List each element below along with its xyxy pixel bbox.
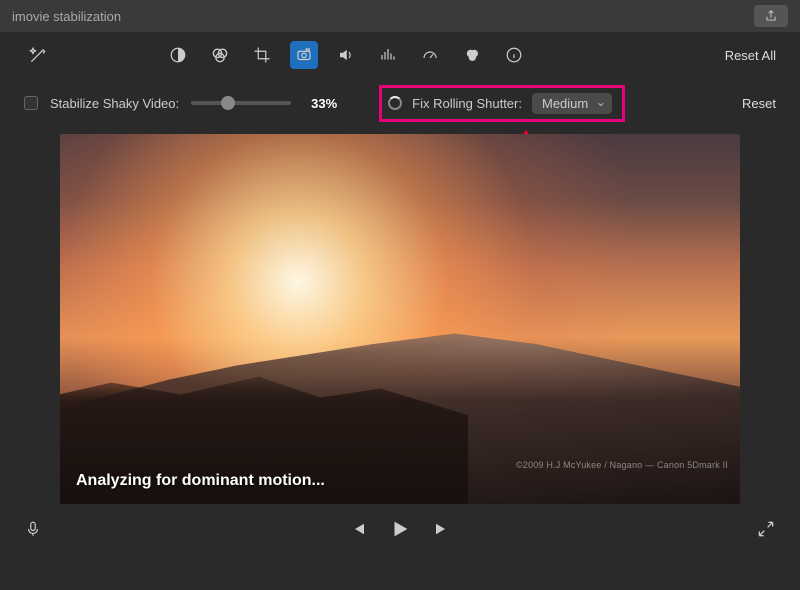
volume-icon[interactable] bbox=[332, 41, 360, 69]
fix-rolling-shutter-group: Fix Rolling Shutter: Medium bbox=[379, 85, 625, 122]
inspector-toolbar: Reset All bbox=[0, 32, 800, 78]
rolling-shutter-label: Fix Rolling Shutter: bbox=[412, 96, 522, 111]
color-balance-icon[interactable] bbox=[164, 41, 192, 69]
window-title: imovie stabilization bbox=[12, 9, 121, 24]
microphone-icon[interactable] bbox=[24, 520, 42, 538]
fullscreen-button[interactable] bbox=[756, 519, 776, 539]
noise-reduction-icon[interactable] bbox=[374, 41, 402, 69]
prev-button[interactable] bbox=[349, 520, 367, 538]
next-button[interactable] bbox=[433, 520, 451, 538]
share-button[interactable] bbox=[754, 5, 788, 27]
magic-wand-icon[interactable] bbox=[24, 41, 52, 69]
image-credit: ©2009 H.J McYukee / Nagano — Canon 5Dmar… bbox=[516, 460, 728, 470]
speed-icon[interactable] bbox=[416, 41, 444, 69]
stabilization-controls: Stabilize Shaky Video: 33% Fix Rolling S… bbox=[0, 78, 800, 128]
stabilize-checkbox[interactable] bbox=[24, 96, 38, 110]
reset-all-button[interactable]: Reset All bbox=[725, 48, 776, 63]
playback-controls bbox=[349, 518, 451, 540]
info-icon[interactable] bbox=[500, 41, 528, 69]
inspector-icon-group bbox=[164, 41, 528, 69]
play-button[interactable] bbox=[389, 518, 411, 540]
titlebar: imovie stabilization bbox=[0, 0, 800, 32]
stabilize-percent: 33% bbox=[311, 96, 337, 111]
rolling-shutter-selected: Medium bbox=[542, 96, 588, 111]
color-filter-icon[interactable] bbox=[458, 41, 486, 69]
rolling-shutter-dropdown[interactable]: Medium bbox=[532, 93, 612, 114]
color-correction-icon[interactable] bbox=[206, 41, 234, 69]
stabilization-icon[interactable] bbox=[290, 41, 318, 69]
analysis-status: Analyzing for dominant motion... bbox=[76, 472, 325, 490]
slider-thumb[interactable] bbox=[221, 96, 235, 110]
reset-button[interactable]: Reset bbox=[742, 96, 776, 111]
crop-icon[interactable] bbox=[248, 41, 276, 69]
bottom-bar bbox=[0, 504, 800, 554]
stabilize-label: Stabilize Shaky Video: bbox=[50, 96, 179, 111]
stabilize-slider[interactable] bbox=[191, 101, 291, 105]
video-viewer: ©2009 H.J McYukee / Nagano — Canon 5Dmar… bbox=[60, 134, 740, 504]
spinner-icon bbox=[388, 96, 402, 110]
